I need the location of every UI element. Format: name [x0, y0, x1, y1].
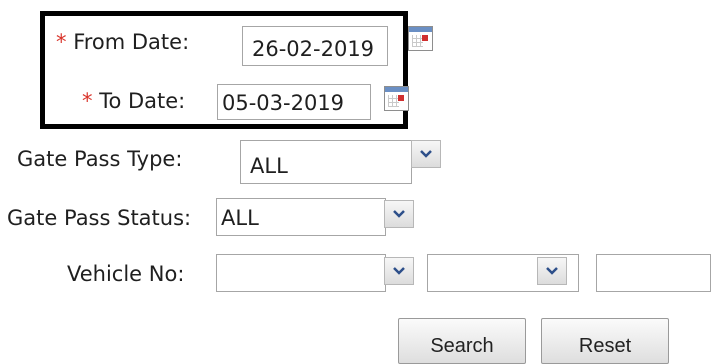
vehicle-no-dropdown-button-2[interactable]	[537, 257, 567, 285]
chevron-down-icon	[546, 267, 558, 275]
search-button[interactable]: Search	[398, 318, 526, 364]
gate-pass-type-label: Gate Pass Type:	[17, 147, 183, 171]
to-date-input[interactable]: 05-03-2019	[217, 84, 371, 120]
required-mark: *	[56, 30, 67, 54]
gate-pass-status-select[interactable]: ALL	[216, 198, 386, 236]
calendar-icon[interactable]	[384, 86, 409, 111]
calendar-icon[interactable]	[408, 26, 433, 51]
from-date-label: * From Date:	[56, 30, 190, 54]
vehicle-no-select-1[interactable]	[216, 254, 386, 292]
chevron-down-icon	[420, 150, 432, 158]
vehicle-no-input-3[interactable]	[596, 254, 711, 292]
gate-pass-status-label: Gate Pass Status:	[7, 206, 192, 230]
gate-pass-status-dropdown-button[interactable]	[384, 200, 414, 228]
gate-pass-type-select[interactable]: ALL	[240, 140, 412, 184]
vehicle-no-dropdown-button-1[interactable]	[384, 257, 414, 285]
required-mark: *	[82, 89, 93, 113]
from-date-input[interactable]: 26-02-2019	[242, 26, 388, 66]
to-date-label: * To Date:	[82, 89, 186, 113]
vehicle-no-label: Vehicle No:	[67, 262, 185, 286]
chevron-down-icon	[393, 267, 405, 275]
gate-pass-type-dropdown-button[interactable]	[411, 140, 441, 168]
chevron-down-icon	[393, 210, 405, 218]
reset-button[interactable]: Reset	[541, 318, 669, 364]
